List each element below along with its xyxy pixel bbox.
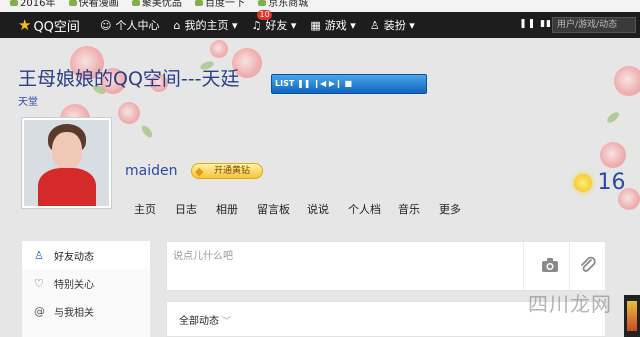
avatar-face: [52, 132, 82, 170]
bookmark[interactable]: 2016年: [10, 0, 55, 9]
attachment-icon[interactable]: [579, 256, 597, 278]
flower-decoration: [210, 40, 228, 58]
tab-album[interactable]: 相册: [216, 201, 238, 217]
user-icon: ☺: [100, 18, 112, 32]
tab-profile[interactable]: 个人档: [348, 201, 381, 217]
bell-icon: ♫: [251, 18, 262, 32]
tab-blog[interactable]: 日志: [175, 201, 197, 217]
heart-icon: ♡: [34, 276, 44, 290]
vip-button[interactable]: ◆ 开通黄钻: [191, 163, 263, 179]
diamond-icon: ◆: [195, 165, 204, 178]
bookmark-icon: [258, 0, 267, 6]
at-icon: @: [34, 304, 45, 318]
weather-widget[interactable]: 16: [574, 170, 626, 195]
avatar[interactable]: [21, 117, 112, 209]
nav-label: 个人中心: [115, 19, 160, 32]
post-input[interactable]: 说点儿什么吧: [173, 247, 233, 262]
bookmark-icon: [131, 0, 140, 6]
top-nav: ★ QQ空间 ☺ 个人中心 ⌂ 我的主页 ▾ ♫ 10 好友 ▾ ▦ 游戏 ▾ …: [0, 10, 640, 38]
page-subtitle: 天堂: [18, 97, 38, 108]
profile-tabs: 主页 日志 相册 留言板 说说 个人档 音乐 更多: [134, 201, 480, 217]
temperature: 16: [597, 170, 626, 195]
divider: [523, 242, 524, 290]
menu-related-to-me[interactable]: @ 与我相关: [22, 297, 150, 325]
bookmark[interactable]: 聚美优品: [131, 0, 182, 9]
avatar-photo: [24, 120, 109, 206]
friends-icon: ♙: [34, 248, 44, 262]
nav-label: 游戏 ▾: [324, 19, 356, 32]
tab-more[interactable]: 更多: [439, 201, 461, 217]
search-input[interactable]: 用户/游戏/动态: [552, 17, 636, 33]
sun-icon: [574, 173, 592, 192]
leaf-decoration: [605, 110, 621, 125]
divider: [569, 242, 570, 290]
flower-decoration: [600, 142, 626, 168]
bookmark-icon: [68, 0, 77, 6]
nav-games[interactable]: ▦ 游戏 ▾: [310, 17, 355, 33]
bookmarks-bar: 2016年 快看漫画 聚美优品 百度一下 京东商城: [0, 0, 640, 12]
page-title: 王母娘娘的QQ空间---天廷: [18, 68, 240, 90]
nav-label: 装扮 ▾: [383, 19, 415, 32]
feed-filter-label: 全部动态: [179, 316, 219, 327]
nav-label: 好友 ▾: [265, 19, 297, 32]
left-menu: ♙ 好友动态 ♡ 特别关心 @ 与我相关: [22, 241, 150, 337]
nav-my-home[interactable]: ⌂ 我的主页 ▾: [173, 17, 237, 33]
qzone-logo[interactable]: ★ QQ空间: [0, 16, 100, 35]
menu-special-care[interactable]: ♡ 特别关心: [22, 269, 150, 297]
logo-text: QQ空间: [33, 19, 80, 35]
flower-decoration: [614, 66, 640, 96]
tab-shuoshuo[interactable]: 说说: [307, 201, 329, 217]
vip-label: 开通黄钻: [214, 166, 251, 176]
flower-decoration: [118, 102, 140, 124]
avatar-body: [38, 168, 96, 206]
bookmark[interactable]: 百度一下: [195, 0, 245, 9]
menu-label: 与我相关: [54, 307, 94, 319]
grid-icon: ▦: [310, 18, 321, 32]
tab-music[interactable]: 音乐: [398, 201, 420, 217]
notification-badge: 10: [257, 10, 272, 20]
bookmark-icon: [195, 0, 204, 6]
nav-label: 我的主页 ▾: [184, 19, 238, 32]
bookmark-icon: [10, 0, 18, 6]
tab-guestbook[interactable]: 留言板: [257, 201, 290, 217]
feed-filter-dropdown[interactable]: 全部动态 ﹀: [179, 312, 231, 327]
nav-friends[interactable]: ♫ 10 好友 ▾: [251, 10, 297, 33]
watermark: 四川龙网: [528, 292, 612, 316]
signal-icon[interactable]: ❚❚ ▮▮: [519, 19, 552, 29]
post-box[interactable]: 说点儿什么吧: [166, 241, 606, 291]
side-ad-strip[interactable]: [624, 295, 640, 337]
music-player[interactable]: LIST ❚❚ ❙◀ ▶❙ ■: [271, 74, 427, 94]
shirt-icon: ♙: [369, 18, 380, 32]
menu-label: 特别关心: [54, 279, 94, 291]
tab-home[interactable]: 主页: [134, 201, 156, 217]
star-icon: ★: [18, 16, 32, 34]
nav-decorate[interactable]: ♙ 装扮 ▾: [370, 17, 415, 33]
bookmark[interactable]: 京东商城: [258, 0, 308, 9]
bookmark[interactable]: 快看漫画: [68, 0, 119, 9]
leaf-decoration: [139, 123, 155, 140]
home-icon: ⌂: [173, 18, 181, 32]
camera-icon[interactable]: [541, 257, 559, 277]
nav-personal-center[interactable]: ☺ 个人中心: [100, 17, 159, 33]
menu-friends-feed[interactable]: ♙ 好友动态: [22, 241, 150, 269]
chevron-down-icon: ﹀: [222, 317, 232, 327]
username[interactable]: maiden: [125, 163, 177, 179]
menu-label: 好友动态: [54, 251, 94, 263]
side-ad-image: [627, 301, 637, 331]
